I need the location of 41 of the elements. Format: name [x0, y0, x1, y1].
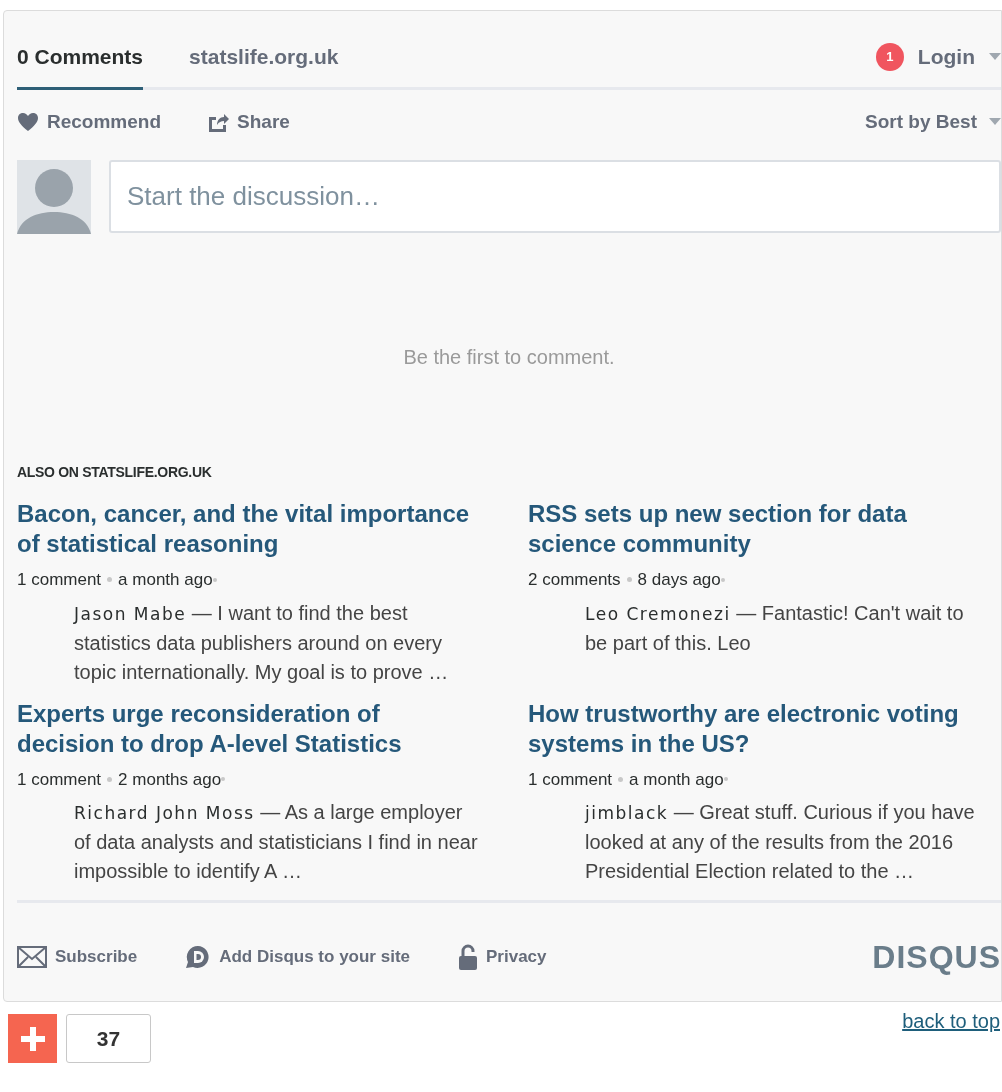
sort-dropdown[interactable]: Sort by Best: [865, 107, 977, 136]
post-age: a month ago: [629, 768, 724, 791]
envelope-icon: [17, 946, 47, 968]
tab[interactable]: 0 Comments: [17, 41, 144, 90]
comment-count[interactable]: 2 comments: [528, 567, 621, 593]
caret-icon: [989, 118, 1001, 126]
plus-icon: [20, 1026, 45, 1051]
share-count: 37: [66, 1014, 151, 1063]
article-link[interactable]: How trustworthy are electronic voting systems in the US?: [528, 698, 990, 759]
disqus-logo[interactable]: DISQUS: [872, 933, 1001, 981]
tab[interactable]: statslife.org.uk: [189, 41, 339, 90]
section-label: ALSO ON STATSLIFE.ORG.UK: [17, 463, 213, 482]
disqus-icon: [185, 945, 212, 969]
caret-icon: [989, 53, 1001, 61]
empty-message: Be the first to comment.: [403, 345, 615, 370]
comment-excerpt: Richard John Moss — As a large employer of data analysts and statisticians I find in near impossible to identify A …: [74, 800, 479, 884]
subscribe-link[interactable]: Subscribe: [17, 944, 138, 970]
comment-excerpt: Leo Cremonezi — Fantastic! Can't wait to be part of this. Leo: [585, 600, 965, 656]
comment-excerpt: jimblack — Great stuff. Curious if you have looked at any of the results from the 2016 Presidential Election related to the …: [585, 800, 976, 884]
comment-count[interactable]: 1 comment: [528, 766, 613, 792]
back-to-top-link[interactable]: back to top: [902, 1006, 1000, 1036]
comment-count[interactable]: 1 comment: [17, 766, 102, 792]
article-link[interactable]: Bacon, cancer, and the vital importance of statistical reasoning: [17, 499, 479, 559]
comment-input[interactable]: Start the discussion…: [109, 160, 1001, 233]
add-share-button[interactable]: [8, 1014, 57, 1063]
share-icon: [207, 111, 230, 132]
recommend-button[interactable]: Recommend: [17, 107, 162, 136]
heart-icon: [17, 111, 39, 132]
post-age: 2 months ago: [118, 768, 222, 791]
article-link[interactable]: RSS sets up new section for data science community: [528, 499, 990, 559]
login-button[interactable]: Login: [917, 41, 975, 73]
add-link[interactable]: Add Disqus to your site: [185, 944, 410, 970]
lock-icon: [458, 944, 478, 970]
comment-excerpt: Jason Mabe — I want to find the best statistics data publishers around on every topic internationally. My goal is to prove …: [74, 600, 450, 685]
comment-count[interactable]: 1 comment: [17, 567, 102, 593]
post-age: a month ago: [118, 569, 213, 591]
article-link[interactable]: Experts urge reconsideration of decision to drop A-level Statistics: [17, 698, 479, 759]
avatar-placeholder-icon: [17, 160, 91, 234]
post-age: 8 days ago: [637, 569, 721, 591]
privacy-link[interactable]: Privacy: [458, 944, 547, 970]
share-button[interactable]: Share: [207, 107, 290, 136]
